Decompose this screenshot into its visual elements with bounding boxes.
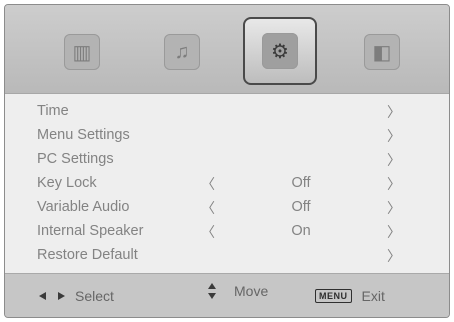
move-hint: Move <box>208 283 268 299</box>
menu-item-variable-audio[interactable]: Variable Audio 〈 Off 〉 <box>5 195 449 219</box>
menu-item-label: Restore Default <box>37 247 138 263</box>
up-triangle-icon <box>208 283 216 289</box>
menu-item-label: Key Lock <box>37 175 97 191</box>
tab-sound[interactable]: ♫ <box>145 19 219 85</box>
select-hint: Select <box>39 288 114 304</box>
menu-item-label: PC Settings <box>37 151 114 167</box>
move-hint-label: Move <box>234 283 269 299</box>
menu-item-value: Off <box>291 175 311 191</box>
right-arrow-icon: 〉 <box>387 152 401 168</box>
left-arrow-icon[interactable]: 〈 <box>201 198 215 218</box>
menu-item-internal-speaker[interactable]: Internal Speaker 〈 On 〉 <box>5 219 449 243</box>
right-arrow-icon[interactable]: 〉 <box>387 222 401 242</box>
osd-menu-window: ▥ ♫ ⚙ ◧ Time 〉 Menu Settings 〉 PC Settin… <box>4 4 450 318</box>
menu-key-icon: MENU <box>315 289 352 303</box>
lock-icon: ◧ <box>364 34 400 70</box>
settings-menu-list: Time 〉 Menu Settings 〉 PC Settings 〉 Key… <box>5 93 449 274</box>
exit-hint-label: Exit <box>361 288 385 304</box>
menu-item-key-lock[interactable]: Key Lock 〈 Off 〉 <box>5 171 449 195</box>
menu-item-label: Time <box>37 103 69 119</box>
right-arrow-icon: 〉 <box>387 128 401 144</box>
menu-item-label: Menu Settings <box>37 127 130 143</box>
left-arrow-icon[interactable]: 〈 <box>201 222 215 242</box>
right-arrow-icon[interactable]: 〉 <box>387 174 401 194</box>
menu-item-value: On <box>291 223 311 239</box>
right-arrow-icon[interactable]: 〉 <box>387 198 401 218</box>
menu-item-label: Internal Speaker <box>37 223 144 239</box>
tab-picture[interactable]: ▥ <box>45 19 119 85</box>
menu-item-restore-default[interactable]: Restore Default 〉 <box>5 243 449 267</box>
left-triangle-icon <box>39 292 46 300</box>
category-tab-bar: ▥ ♫ ⚙ ◧ <box>5 5 449 93</box>
sound-icon: ♫ <box>164 34 200 70</box>
menu-item-label: Variable Audio <box>37 199 130 215</box>
right-triangle-icon <box>58 292 65 300</box>
menu-item-time[interactable]: Time 〉 <box>5 99 449 123</box>
right-arrow-icon: 〉 <box>387 104 401 120</box>
picture-icon: ▥ <box>64 34 100 70</box>
down-triangle-icon <box>208 293 216 299</box>
help-footer: Select Move MENU Exit <box>5 273 449 317</box>
tab-setup[interactable]: ⚙ <box>243 17 317 85</box>
setup-icon: ⚙ <box>262 33 298 69</box>
menu-item-menu-settings[interactable]: Menu Settings 〉 <box>5 123 449 147</box>
exit-hint: MENU Exit <box>315 288 385 304</box>
tab-lock[interactable]: ◧ <box>345 19 419 85</box>
left-arrow-icon[interactable]: 〈 <box>201 174 215 194</box>
up-down-icon <box>208 283 216 299</box>
right-arrow-icon: 〉 <box>387 248 401 264</box>
menu-item-pc-settings[interactable]: PC Settings 〉 <box>5 147 449 171</box>
select-hint-label: Select <box>75 288 114 304</box>
menu-item-value: Off <box>291 199 311 215</box>
